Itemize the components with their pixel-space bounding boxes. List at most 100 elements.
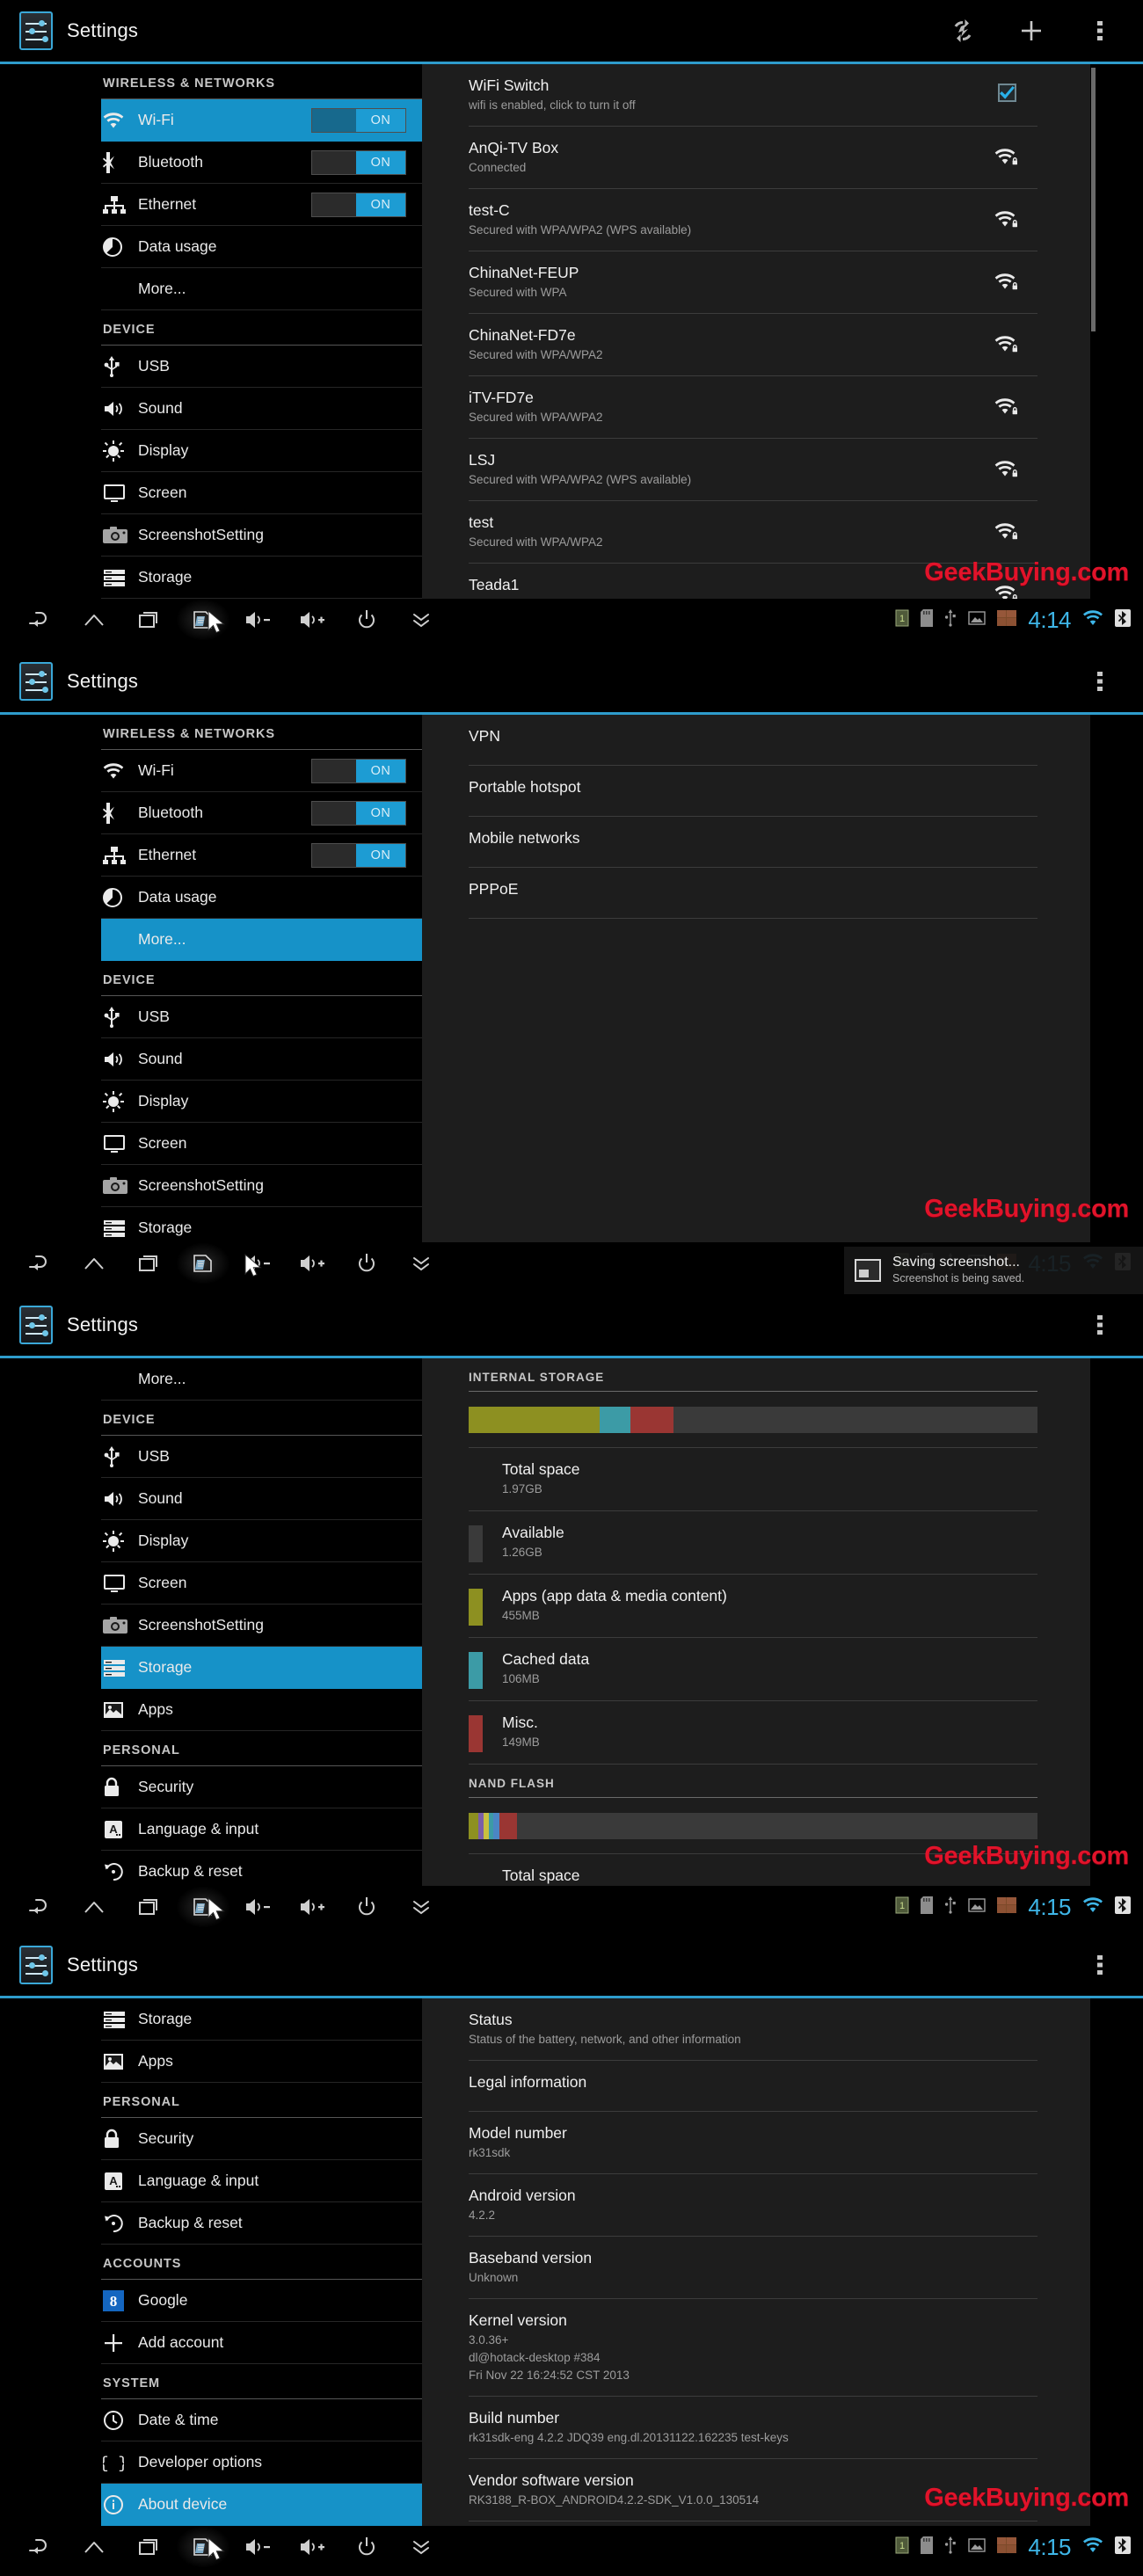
nav-volume-down-button[interactable] [230, 1242, 285, 1284]
sidebar-item-backup-reset[interactable]: Backup & reset [101, 1851, 422, 1886]
sidebar-item-more[interactable]: More... [101, 919, 422, 961]
sidebar-item-security[interactable]: Security [101, 2118, 422, 2160]
sidebar-item-language-input[interactable]: A Language & input [101, 1808, 422, 1851]
list-item-mobile-networks[interactable]: Mobile networks [469, 817, 1037, 868]
storage-row-total-space[interactable]: Total space 4.12GB [469, 1854, 1037, 1886]
list-item-accessory[interactable] [976, 137, 1037, 171]
nav-home-button[interactable] [67, 2526, 121, 2568]
nav-volume-up-button[interactable] [285, 2526, 339, 2568]
sidebar-item-more[interactable]: More... [101, 1358, 422, 1401]
nav-recents-button[interactable] [121, 599, 176, 641]
sidebar-item-storage[interactable]: Storage [101, 557, 422, 599]
sidebar-item-more[interactable]: More... [101, 268, 422, 310]
list-item-android-version[interactable]: Android version 4.2.2 [469, 2174, 1037, 2237]
nav-screenshot-button[interactable] [176, 599, 230, 641]
list-item-legal-information[interactable]: Legal information [469, 2061, 1037, 2112]
list-item-chinanet-feup[interactable]: ChinaNet-FEUP Secured with WPA [469, 251, 1037, 314]
list-item-baseband-version[interactable]: Baseband version Unknown [469, 2237, 1037, 2299]
nav-volume-up-button[interactable] [285, 1886, 339, 1928]
toggle-switch[interactable]: ON [311, 149, 406, 175]
nav-volume-down-button[interactable] [230, 2526, 285, 2568]
content-scrollbar[interactable] [1091, 68, 1096, 331]
sidebar-item-screen[interactable]: Screen [101, 1123, 422, 1165]
sidebar-item-screenshotsetting[interactable]: ScreenshotSetting [101, 1165, 422, 1207]
sidebar-item-date-time[interactable]: Date & time [101, 2399, 422, 2441]
nav-volume-down-button[interactable] [230, 599, 285, 641]
sidebar-item-developer-options[interactable]: { } Developer options [101, 2441, 422, 2484]
overflow-menu-button[interactable] [1085, 666, 1115, 696]
toggle-switch[interactable]: ON [311, 758, 406, 783]
list-item-accessory[interactable] [976, 324, 1037, 359]
sidebar-item-add-account[interactable]: Add account [101, 2322, 422, 2364]
overflow-menu-button[interactable] [1085, 1310, 1115, 1340]
toggle-switch[interactable]: ON [311, 107, 406, 133]
list-item-itv-fd7e[interactable]: iTV-FD7e Secured with WPA/WPA2 [469, 376, 1037, 439]
sidebar-item-wi-fi[interactable]: Wi-Fi ON [101, 750, 422, 792]
sidebar-item-display[interactable]: Display [101, 430, 422, 472]
list-item-accessory[interactable] [976, 200, 1037, 234]
sidebar-item-sound[interactable]: Sound [101, 1478, 422, 1520]
nav-screenshot-button[interactable] [176, 1886, 230, 1928]
list-item-portable-hotspot[interactable]: Portable hotspot [469, 766, 1037, 817]
sidebar-item-backup-reset[interactable]: Backup & reset [101, 2202, 422, 2245]
toggle-switch[interactable]: ON [311, 800, 406, 826]
sidebar-item-usb[interactable]: USB [101, 346, 422, 388]
sidebar-item-screen[interactable]: Screen [101, 472, 422, 514]
nav-recents-button[interactable] [121, 1886, 176, 1928]
sidebar-item-data-usage[interactable]: Data usage [101, 877, 422, 919]
list-item-chinanet-fd7e[interactable]: ChinaNet-FD7e Secured with WPA/WPA2 [469, 314, 1037, 376]
overflow-menu-button[interactable] [1085, 1950, 1115, 1980]
nav-home-button[interactable] [67, 1242, 121, 1284]
sidebar-item-sound[interactable]: Sound [101, 1038, 422, 1081]
list-item-accessory[interactable] [976, 262, 1037, 296]
toggle-switch[interactable]: ON [311, 192, 406, 217]
nav-home-button[interactable] [67, 1886, 121, 1928]
list-item-teada1[interactable]: Teada1 Secured with WPA/WPA2 [469, 564, 1037, 599]
list-item-accessory[interactable] [976, 75, 1037, 102]
sidebar-item-language-input[interactable]: A Language & input [101, 2160, 422, 2202]
sidebar-item-apps[interactable]: Apps [101, 1689, 422, 1731]
nav-screenshot-button[interactable] [176, 2526, 230, 2568]
storage-row-total-space[interactable]: Total space 1.97GB [469, 1448, 1037, 1511]
nav-hide-button[interactable] [394, 1242, 448, 1284]
nav-home-button[interactable] [67, 599, 121, 641]
list-item-test[interactable]: test Secured with WPA/WPA2 [469, 501, 1037, 564]
overflow-menu-button[interactable] [1085, 16, 1115, 46]
sidebar-item-usb[interactable]: USB [101, 1436, 422, 1478]
nav-hide-button[interactable] [394, 2526, 448, 2568]
sidebar-item-display[interactable]: Display [101, 1081, 422, 1123]
list-item-model-number[interactable]: Model number rk31sdk [469, 2112, 1037, 2174]
sidebar-item-apps[interactable]: Apps [101, 2041, 422, 2083]
nav-recents-button[interactable] [121, 2526, 176, 2568]
toggle-switch[interactable]: ON [311, 842, 406, 868]
nav-back-button[interactable] [12, 599, 67, 641]
list-item-accessory[interactable] [976, 574, 1037, 599]
list-item-test-c[interactable]: test-C Secured with WPA/WPA2 (WPS availa… [469, 189, 1037, 251]
sidebar-item-about-device[interactable]: About device [101, 2484, 422, 2526]
nav-volume-down-button[interactable] [230, 1886, 285, 1928]
nav-back-button[interactable] [12, 1886, 67, 1928]
sidebar-item-bluetooth[interactable]: Bluetooth ON [101, 792, 422, 834]
sidebar-item-sound[interactable]: Sound [101, 388, 422, 430]
nav-back-button[interactable] [12, 1242, 67, 1284]
list-item-status[interactable]: Status Status of the battery, network, a… [469, 1998, 1037, 2061]
storage-row-misc[interactable]: Misc. 149MB [469, 1701, 1037, 1765]
sidebar-item-google[interactable]: 8 Google [101, 2280, 422, 2322]
nav-back-button[interactable] [12, 2526, 67, 2568]
list-item-accessory[interactable] [976, 387, 1037, 421]
sidebar-item-screenshotsetting[interactable]: ScreenshotSetting [101, 1605, 422, 1647]
nav-volume-up-button[interactable] [285, 599, 339, 641]
nav-power-button[interactable] [339, 599, 394, 641]
nav-screenshot-button[interactable] [176, 1242, 230, 1284]
add-network-button[interactable] [1016, 16, 1046, 46]
checkbox-checked-icon[interactable] [997, 84, 1016, 102]
nav-volume-up-button[interactable] [285, 1242, 339, 1284]
nav-hide-button[interactable] [394, 599, 448, 641]
list-item-pppoe[interactable]: PPPoE [469, 868, 1037, 919]
scan-button[interactable] [948, 16, 978, 46]
list-item-kernel-version[interactable]: Kernel version 3.0.36+ dl@hotack-desktop … [469, 2299, 1037, 2397]
sidebar-item-storage[interactable]: Storage [101, 1207, 422, 1242]
nav-power-button[interactable] [339, 1242, 394, 1284]
sidebar-item-ethernet[interactable]: Ethernet ON [101, 834, 422, 877]
storage-row-cached-data[interactable]: Cached data 106MB [469, 1638, 1037, 1701]
